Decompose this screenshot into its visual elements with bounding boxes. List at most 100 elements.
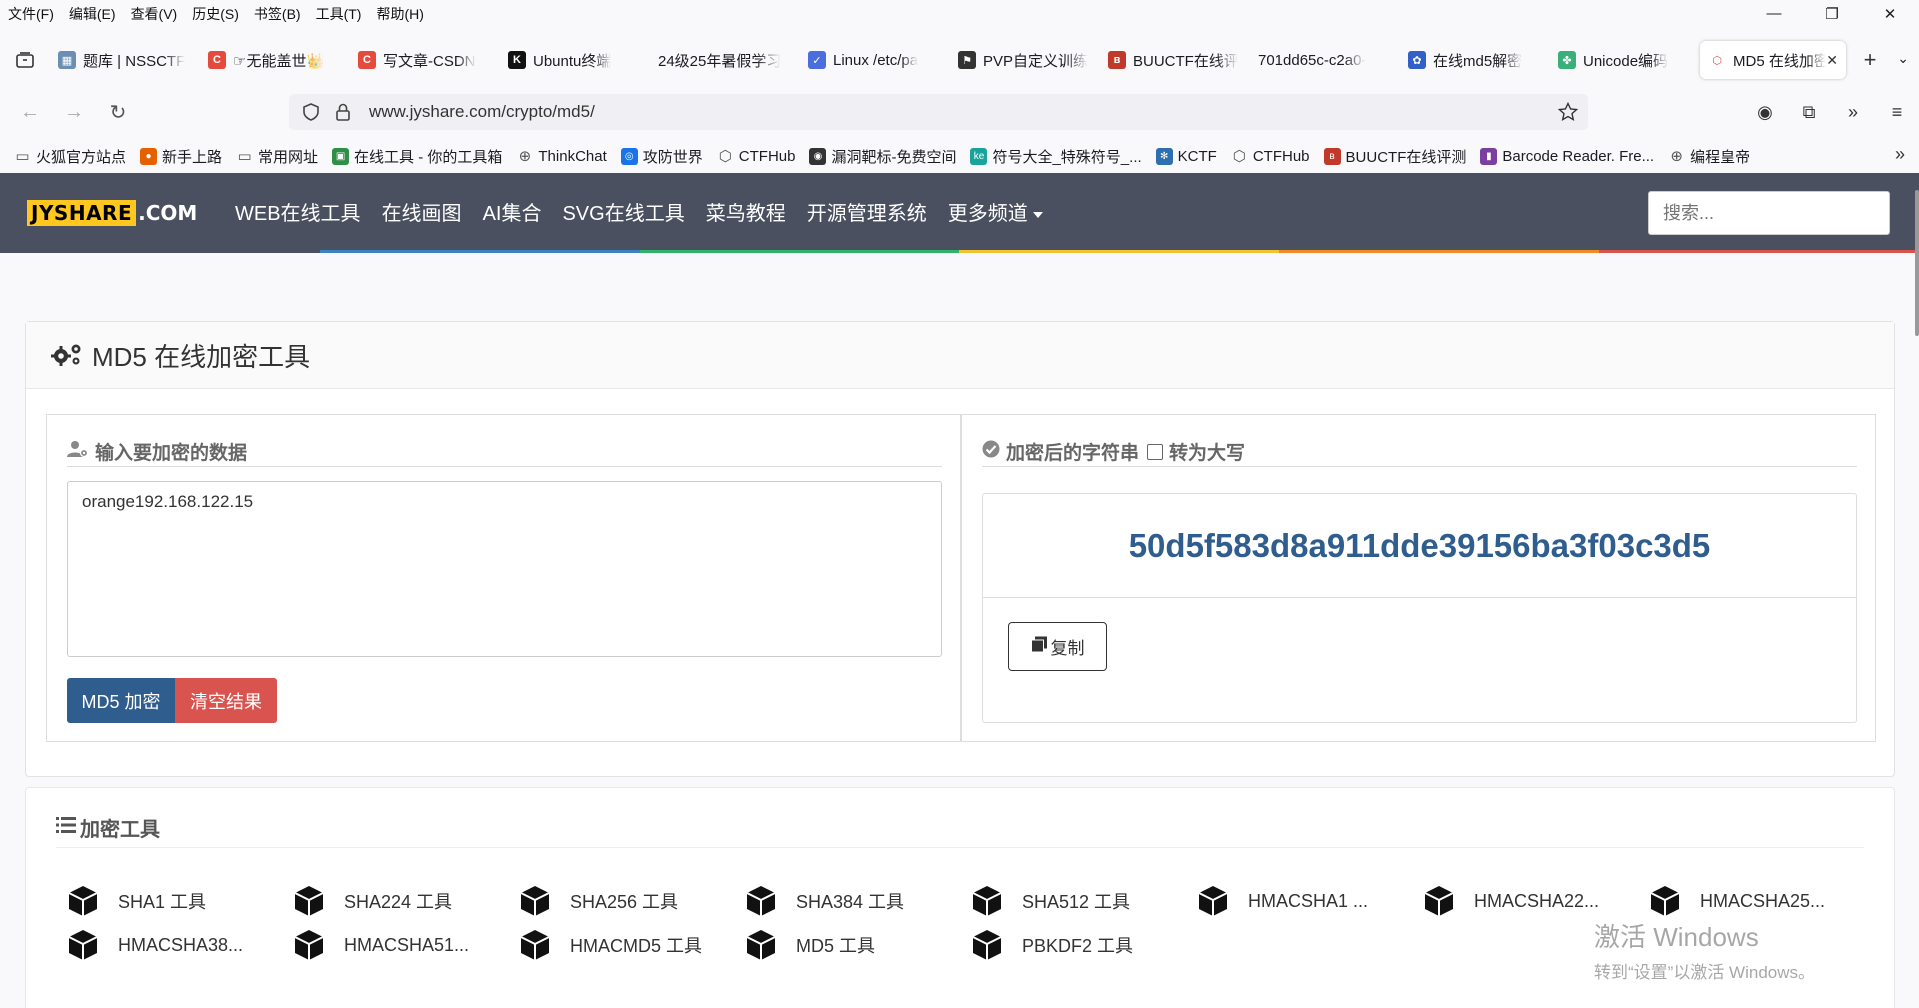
extensions-icon[interactable]: ⧉ [1787, 94, 1831, 130]
reload-button[interactable]: ↻ [96, 100, 140, 125]
tool-link[interactable]: SHA1 工具 [66, 884, 206, 918]
tool-link[interactable]: SHA224 工具 [292, 884, 452, 918]
browser-tab[interactable]: ✤ Unicode编码 [1550, 41, 1696, 79]
bookmark-item[interactable]: ▭ 常用网址 [236, 146, 318, 167]
overflow-chevron-icon[interactable]: » [1831, 94, 1875, 130]
tool-label: HMACSHA1 ... [1248, 890, 1369, 911]
browser-tab[interactable]: ✿ 在线md5解密 [1400, 41, 1546, 79]
windows-activation-watermark: 激活 Windows 转到“设置”以激活 Windows。 [1594, 917, 1815, 983]
menu-item[interactable]: 书签(B) [254, 4, 301, 24]
restore-button[interactable]: ❐ [1803, 0, 1861, 27]
bookmark-item[interactable]: ke 符号大全_特殊符号_... [970, 146, 1142, 167]
site-nav-item[interactable]: 在线画图 [382, 197, 462, 226]
bookmark-item[interactable]: ▭ 火狐官方站点 [14, 146, 126, 167]
star-icon[interactable] [1557, 101, 1579, 125]
copy-button[interactable]: 复制 [1008, 622, 1107, 671]
browser-tab[interactable]: C ☞无能盖世👑 [200, 41, 346, 79]
tool-link[interactable]: HMACSHA25... [1648, 884, 1825, 918]
close-window-button[interactable]: ✕ [1861, 0, 1919, 27]
bookmark-item[interactable]: ✻ KCTF [1155, 147, 1217, 165]
bookmark-label: CTFHub [1252, 147, 1310, 165]
menu-item[interactable]: 工具(T) [316, 4, 362, 24]
bookmark-item[interactable]: ⊕ ThinkChat [516, 147, 607, 166]
bookmarks-overflow-icon[interactable]: » [1895, 144, 1905, 165]
menu-item[interactable]: 帮助(H) [376, 4, 423, 24]
account-icon[interactable]: ◉ [1743, 94, 1787, 130]
bookmark-item[interactable]: ◉ 漏洞靶标-免费空间 [809, 146, 956, 167]
site-nav-item[interactable]: AI集合 [483, 197, 542, 226]
bookmark-item[interactable]: ʙ BUUCTF在线评测 [1323, 146, 1467, 167]
tool-link[interactable]: HMACSHA22... [1422, 884, 1599, 918]
tool-link[interactable]: HMACSHA51... [292, 928, 469, 962]
bookmark-item[interactable]: ⬡ CTFHub [717, 148, 796, 166]
result-box: 50d5f583d8a911dde39156ba3f03c3d5 复制 [982, 493, 1857, 723]
menu-item[interactable]: 文件(F) [8, 4, 54, 24]
page-scrollbar[interactable] [1915, 190, 1919, 336]
tool-label: HMACMD5 工具 [570, 936, 703, 956]
close-tab-icon[interactable]: ✕ [1826, 52, 1838, 69]
site-nav-item[interactable]: 菜鸟教程 [706, 197, 786, 226]
bookmark-item[interactable]: ▮ Barcode Reader. Fre... [1480, 147, 1654, 165]
tool-label: PBKDF2 工具 [1022, 936, 1134, 956]
browser-tab[interactable]: C 写文章-CSDN [350, 41, 496, 79]
cube-icon [1648, 884, 1682, 918]
bookmark-item[interactable]: ● 新手上路 [140, 146, 222, 167]
bookmark-item[interactable]: ⊕ 编程皇帝 [1668, 146, 1750, 167]
tool-label: SHA512 工具 [1022, 892, 1131, 912]
tool-link[interactable]: MD5 工具 [744, 928, 875, 962]
tool-link[interactable]: HMACSHA1 ... [1196, 884, 1368, 918]
minimize-button[interactable]: — [1745, 0, 1803, 27]
site-logo[interactable]: JYSHARE .COM [27, 200, 197, 226]
tool-link[interactable]: HMACMD5 工具 [518, 928, 702, 962]
site-nav-item[interactable]: SVG在线工具 [562, 197, 684, 226]
browser-tab[interactable]: K Ubuntu终端 [500, 41, 646, 79]
menu-item[interactable]: 编辑(E) [69, 4, 116, 24]
forward-button[interactable]: → [52, 101, 96, 124]
tool-link[interactable]: SHA256 工具 [518, 884, 678, 918]
chevron-down-icon[interactable]: ⌄ [1897, 50, 1909, 67]
bookmark-label: BUUCTF在线评测 [1345, 148, 1467, 166]
address-bar[interactable]: www.jyshare.com/crypto/md5/ [289, 94, 1588, 130]
site-nav-item[interactable]: 更多频道 [948, 197, 1043, 226]
site-search-input[interactable] [1648, 191, 1890, 235]
tool-link[interactable]: PBKDF2 工具 [970, 928, 1133, 962]
cube-icon: ⬡ [1232, 148, 1246, 165]
bookmark-item[interactable]: ◎ 攻防世界 [620, 146, 703, 167]
new-tab-button[interactable]: + [1850, 47, 1890, 73]
browser-tab[interactable]: 24级25年暑假学习 [650, 41, 796, 79]
menu-item[interactable]: 历史(S) [192, 4, 239, 24]
input-textarea[interactable] [67, 481, 942, 657]
bookmark-item[interactable]: ▣ 在线工具 - 你的工具箱 [332, 146, 502, 167]
tab-list-button[interactable] [0, 38, 50, 82]
tab-favicon-icon: C [208, 51, 226, 69]
target-icon: ◉ [809, 147, 827, 165]
uppercase-checkbox[interactable] [1147, 443, 1164, 460]
clear-result-button[interactable]: 清空结果 [175, 678, 277, 723]
browser-tab[interactable]: ▦ 题库 | NSSCTF [50, 41, 196, 79]
bookmark-item[interactable]: ⬡ CTFHub [1231, 147, 1310, 166]
menu-item[interactable]: 查看(V) [131, 4, 178, 24]
bookmark-label: ThinkChat [538, 147, 607, 165]
globe-icon: ⊕ [518, 148, 532, 165]
browser-tab[interactable]: ʙ BUUCTF在线评测 [1100, 41, 1246, 79]
user-cog-icon [67, 440, 89, 464]
tab-active[interactable]: ⬡ MD5 在线加密 ✕ [1700, 41, 1846, 79]
browser-tab[interactable]: ✓ Linux /etc/pa [800, 41, 946, 79]
md5-encrypt-button[interactable]: MD5 加密 [67, 678, 175, 723]
hamburger-menu-icon[interactable]: ≡ [1875, 94, 1919, 130]
browser-tab[interactable]: 701dd65c-c2a0- [1250, 41, 1396, 79]
tool-link[interactable]: SHA512 工具 [970, 884, 1130, 918]
cube-icon [66, 928, 100, 962]
back-button[interactable]: ← [8, 101, 52, 124]
site-nav-item[interactable]: 开源管理系统 [807, 197, 927, 226]
page-title: MD5 在线加密工具 [92, 341, 311, 372]
browser-tab[interactable]: ⚑ PVP自定义训练 [950, 41, 1096, 79]
tab-label: 24级25年暑假学习 [658, 52, 782, 70]
folder-icon: ▭ [237, 148, 252, 165]
ke-icon: ke [970, 147, 988, 165]
site-nav-item[interactable]: WEB在线工具 [235, 197, 361, 226]
tool-link[interactable]: SHA384 工具 [744, 884, 904, 918]
bookmark-label: 常用网址 [258, 148, 319, 166]
site-nav-label: SVG在线工具 [562, 203, 685, 225]
tool-link[interactable]: HMACSHA38... [66, 928, 243, 962]
